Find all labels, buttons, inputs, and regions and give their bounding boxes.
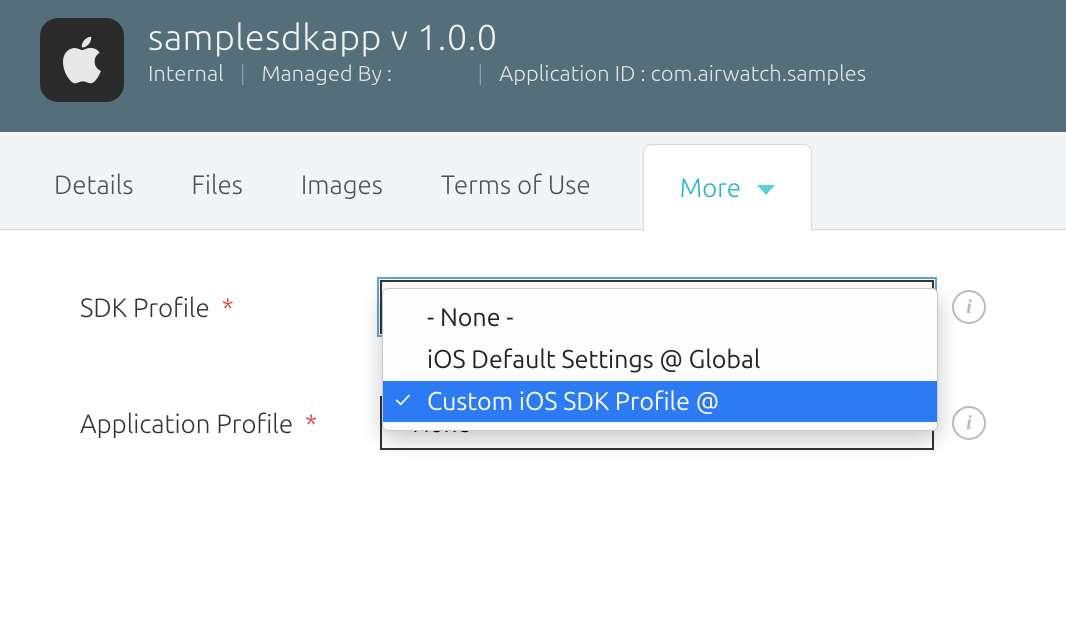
chevron-down-icon [757, 185, 775, 195]
required-asterisk: * [305, 409, 317, 438]
required-asterisk: * [222, 293, 234, 322]
tab-files[interactable]: Files [185, 140, 248, 229]
tab-images[interactable]: Images [295, 140, 389, 229]
sdk-profile-label-text: SDK Profile [80, 293, 210, 322]
dropdown-option-custom-ios[interactable]: Custom iOS SDK Profile @ [383, 381, 937, 423]
application-profile-label: Application Profile * [80, 409, 380, 438]
header-text: samplesdkapp v 1.0.0 Internal | Managed … [148, 12, 1026, 86]
meta-divider: | [477, 61, 483, 86]
app-id-label: Application ID : com.airwatch.samples [499, 61, 866, 86]
tab-terms-of-use[interactable]: Terms of Use [435, 140, 597, 229]
tab-more-label: More [680, 173, 741, 202]
meta-divider: | [240, 61, 246, 86]
apple-logo-icon [40, 18, 124, 102]
tab-more[interactable]: More [643, 144, 812, 230]
managed-by-label: Managed By : [261, 61, 461, 86]
deployment-type: Internal [148, 61, 224, 86]
sdk-profile-label: SDK Profile * [80, 293, 380, 322]
app-header: samplesdkapp v 1.0.0 Internal | Managed … [0, 0, 1066, 132]
dropdown-option-ios-default[interactable]: iOS Default Settings @ Global [383, 339, 937, 381]
application-profile-label-text: Application Profile [80, 409, 293, 438]
apple-icon [54, 32, 110, 88]
dropdown-option-none[interactable]: - None - [383, 297, 937, 339]
info-icon[interactable]: i [952, 290, 986, 324]
header-meta: Internal | Managed By : | Application ID… [148, 61, 1026, 86]
tab-bar: Details Files Images Terms of Use More [0, 132, 1066, 230]
sdk-profile-dropdown: - None - iOS Default Settings @ Global C… [382, 288, 938, 431]
info-icon[interactable]: i [952, 406, 986, 440]
tab-details[interactable]: Details [48, 140, 139, 229]
app-title: samplesdkapp v 1.0.0 [148, 16, 1026, 57]
